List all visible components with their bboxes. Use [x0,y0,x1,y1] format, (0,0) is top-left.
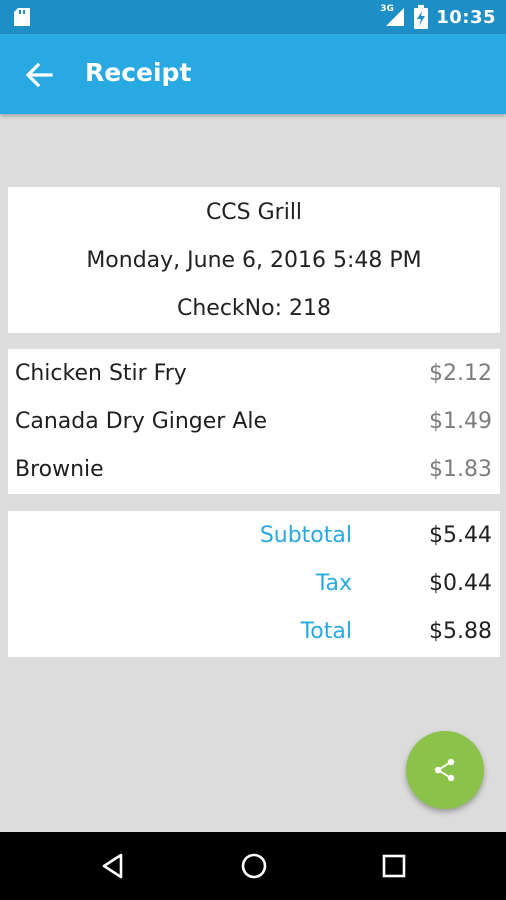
item-price: $1.83 [429,457,492,482]
app-bar: Receipt [0,34,506,114]
total-label: Total [300,619,352,644]
list-item: Brownie $1.83 [8,447,500,495]
item-price: $2.12 [429,361,492,386]
subtotal-row: Subtotal $5.44 [8,513,500,561]
battery-charging-icon [414,5,429,29]
status-time: 10:35 [436,6,496,28]
nav-back-icon[interactable] [97,850,129,882]
check-number: CheckNo: 218 [177,296,331,321]
navigation-bar [0,832,506,900]
totals-card: Subtotal $5.44 Tax $0.44 Total $5.88 [8,511,500,657]
tax-label: Tax [315,571,352,596]
page-title: Receipt [85,58,192,87]
status-bar: 3G 10:35 [0,0,506,34]
restaurant-name: CCS Grill [205,200,303,225]
subtotal-value: $5.44 [429,523,492,548]
receipt-datetime: Monday, June 6, 2016 5:48 PM [86,248,422,273]
nav-home-icon[interactable] [238,850,270,882]
share-icon [434,758,455,782]
total-value: $5.88 [429,619,492,644]
subtotal-label: Subtotal [259,523,352,548]
item-price: $1.49 [429,409,492,434]
share-button[interactable] [406,731,484,809]
receipt-header-card: CCS Grill Monday, June 6, 2016 5:48 PM C… [8,187,500,333]
nav-recents-icon[interactable] [378,850,410,882]
items-card: Chicken Stir Fry $2.12 Canada Dry Ginger… [8,349,500,494]
status-icons: 3G 10:35 [380,0,496,34]
signal-icon: 3G [380,4,406,28]
list-item: Canada Dry Ginger Ale $1.49 [8,399,500,447]
item-name: Canada Dry Ginger Ale [15,409,268,434]
sd-card-icon [14,8,30,26]
total-row: Total $5.88 [8,609,500,657]
list-item: Chicken Stir Fry $2.12 [8,351,500,399]
item-name: Brownie [15,457,104,482]
arrow-back-icon[interactable] [24,60,54,90]
item-name: Chicken Stir Fry [15,361,187,386]
tax-row: Tax $0.44 [8,561,500,609]
tax-value: $0.44 [429,571,492,596]
